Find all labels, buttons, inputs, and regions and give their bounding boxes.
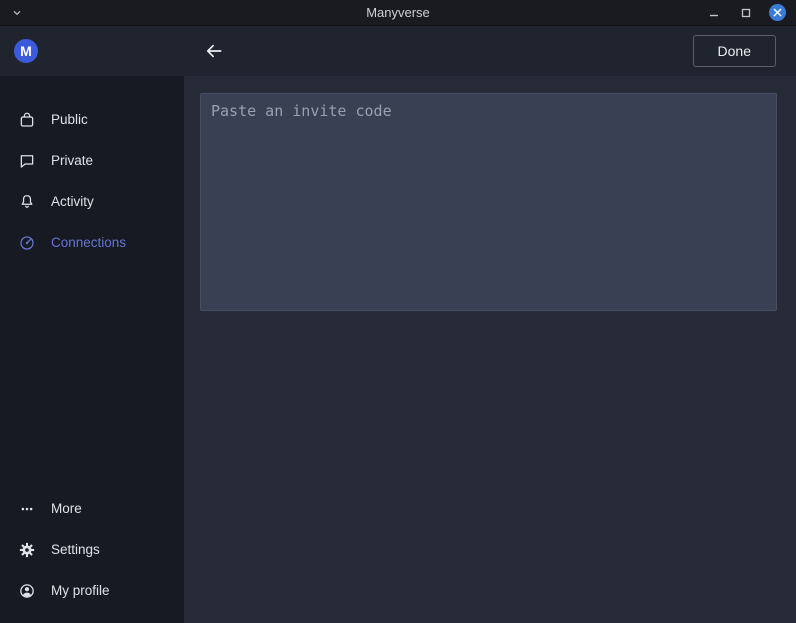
message-icon [17,151,37,171]
sidebar-item-label: Settings [51,542,100,557]
sidebar-item-label: My profile [51,583,110,598]
logo-letter: M [20,43,32,59]
close-button[interactable] [769,4,786,21]
restore-button[interactable] [737,4,755,22]
minimize-button[interactable] [705,4,723,22]
invite-code-input[interactable] [200,93,777,311]
content-area [184,76,796,623]
sidebar-item-label: Connections [51,235,126,250]
connections-icon [17,233,37,253]
more-dots-icon [17,499,37,519]
bell-icon [17,192,37,212]
sidebar-item-connections[interactable]: Connections [0,222,184,263]
sidebar: Public Private Activity [0,76,184,623]
public-bag-icon [17,110,37,130]
sidebar-item-label: Public [51,112,88,127]
titlebar: Manyverse [0,0,796,26]
sidebar-item-settings[interactable]: Settings [0,529,184,570]
sidebar-item-label: Activity [51,194,94,209]
sidebar-item-label: Private [51,153,93,168]
person-icon [17,581,37,601]
chevron-down-icon[interactable] [10,6,24,20]
app-header-left: M [0,39,184,63]
body: Public Private Activity [0,76,796,623]
arrow-left-icon [204,41,224,61]
sidebar-bottom: More [0,488,184,611]
sidebar-item-my-profile[interactable]: My profile [0,570,184,611]
window-controls [705,4,796,22]
manyverse-window: Manyverse M Done [0,0,796,623]
done-button[interactable]: Done [693,35,776,67]
window-title: Manyverse [0,5,796,20]
sidebar-item-public[interactable]: Public [0,99,184,140]
titlebar-menu[interactable] [0,6,24,20]
gear-icon [17,540,37,560]
sidebar-item-activity[interactable]: Activity [0,181,184,222]
app-header: M Done [0,26,796,76]
sidebar-item-private[interactable]: Private [0,140,184,181]
app-logo[interactable]: M [14,39,38,63]
sidebar-item-more[interactable]: More [0,488,184,529]
sidebar-item-label: More [51,501,82,516]
back-button[interactable] [200,37,228,65]
